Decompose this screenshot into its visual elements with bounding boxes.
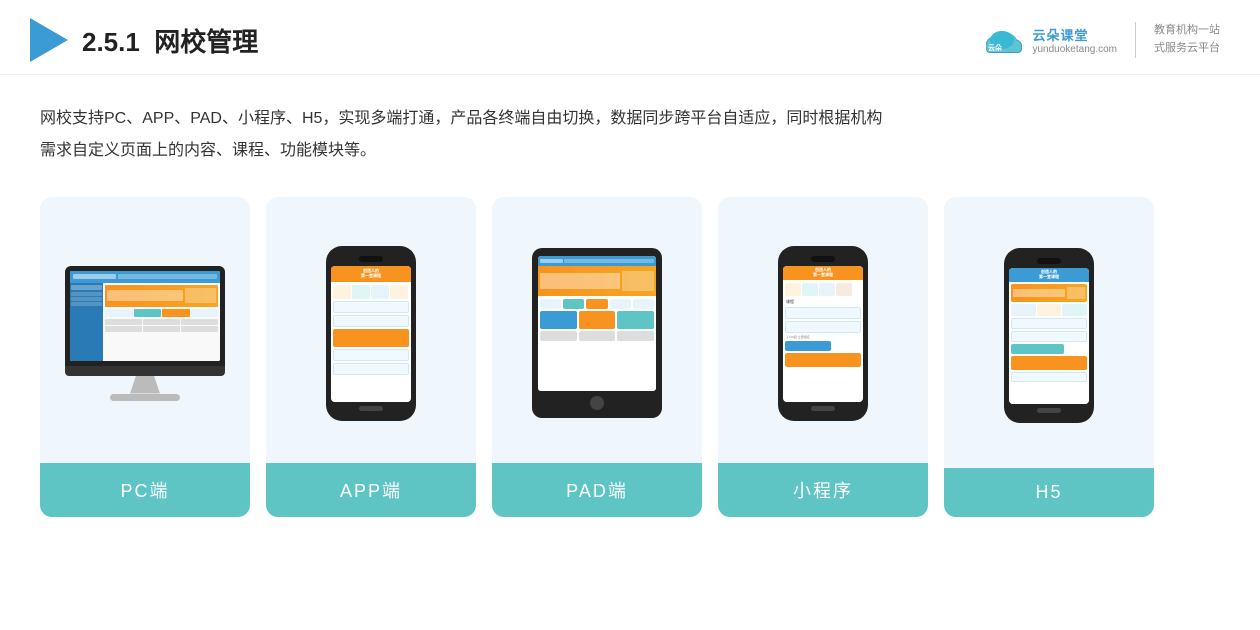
phone-home-h5	[1037, 408, 1061, 413]
card-pad: PAD端	[492, 197, 702, 517]
card-label-miniapp: 小程序	[718, 463, 928, 517]
header: 2.5.1 网校管理 云朵	[0, 0, 1260, 75]
description-text: 网校支持PC、APP、PAD、小程序、H5，实现多端打通，产品各终端自由切换，数…	[40, 103, 1220, 167]
tablet-home-btn	[590, 396, 604, 410]
device-area-h5: 创造人的第一堂课程	[944, 197, 1154, 468]
brand-text: 云朵课堂 yunduoketang.com	[1032, 25, 1117, 55]
card-pc: PC端	[40, 197, 250, 517]
device-area-miniapp: 创造人的第一堂课程 课程	[718, 197, 928, 463]
logo-triangle-icon	[30, 18, 68, 62]
monitor-chin	[65, 366, 225, 376]
monitor-screen-outer	[65, 266, 225, 366]
description-line2: 需求自定义页面上的内容、课程、功能模块等。	[40, 135, 1220, 167]
phone-device-h5: 创造人的第一堂课程	[1004, 248, 1094, 423]
phone-notch-h5	[1037, 258, 1061, 264]
phone-device-app: 创造人的第一堂课程	[326, 246, 416, 421]
device-area-app: 创造人的第一堂课程	[266, 197, 476, 463]
brand-slogan: 教育机构一站 式服务云平台	[1154, 22, 1220, 57]
monitor-screen	[70, 271, 220, 361]
brand-logo: 云朵 云朵课堂 yunduoketang.com	[980, 24, 1117, 56]
device-cards-grid: PC端 创造人的第一堂课程	[40, 197, 1220, 517]
phone-home-app	[359, 406, 383, 411]
header-right: 云朵 云朵课堂 yunduoketang.com 教育机构一站 式服务云平台	[980, 22, 1220, 58]
phone-notch-app	[359, 256, 383, 262]
cloud-icon: 云朵	[980, 24, 1024, 56]
title-text: 网校管理	[154, 27, 258, 57]
page-title: 2.5.1 网校管理	[82, 22, 258, 59]
monitor-base	[110, 394, 180, 401]
monitor-device	[60, 266, 230, 401]
tablet-screen	[538, 256, 656, 391]
page-wrapper: 2.5.1 网校管理 云朵	[0, 0, 1260, 630]
card-label-pc: PC端	[40, 463, 250, 517]
main-content: 网校支持PC、APP、PAD、小程序、H5，实现多端打通，产品各终端自由切换，数…	[0, 75, 1260, 537]
card-label-app: APP端	[266, 463, 476, 517]
device-area-pc	[40, 197, 250, 463]
brand-url: yunduoketang.com	[1032, 44, 1117, 55]
header-divider	[1135, 22, 1136, 58]
device-area-pad	[492, 197, 702, 463]
phone-device-miniapp: 创造人的第一堂课程 课程	[778, 246, 868, 421]
phone-notch-miniapp	[811, 256, 835, 262]
monitor-stand	[130, 376, 160, 394]
description-line1: 网校支持PC、APP、PAD、小程序、H5，实现多端打通，产品各终端自由切换，数…	[40, 103, 1220, 135]
phone-screen-miniapp: 创造人的第一堂课程 课程	[783, 266, 863, 402]
card-label-h5: H5	[944, 468, 1154, 517]
tablet-device	[532, 248, 662, 418]
brand-name: 云朵课堂	[1032, 25, 1088, 44]
card-h5: 创造人的第一堂课程	[944, 197, 1154, 517]
header-left: 2.5.1 网校管理	[30, 18, 258, 62]
card-app: 创造人的第一堂课程	[266, 197, 476, 517]
phone-screen-app: 创造人的第一堂课程	[331, 266, 411, 402]
svg-text:云朵: 云朵	[988, 43, 1003, 52]
phone-home-miniapp	[811, 406, 835, 411]
card-miniapp: 创造人的第一堂课程 课程	[718, 197, 928, 517]
phone-screen-h5: 创造人的第一堂课程	[1009, 268, 1089, 404]
section-number: 2.5.1	[82, 27, 140, 57]
card-label-pad: PAD端	[492, 463, 702, 517]
